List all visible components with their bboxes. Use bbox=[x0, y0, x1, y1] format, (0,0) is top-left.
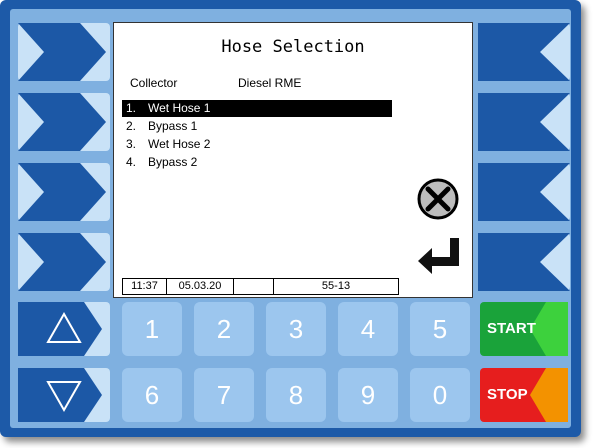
softkey-right-2[interactable] bbox=[478, 93, 570, 151]
up-arrow-button[interactable] bbox=[18, 302, 110, 356]
key-4[interactable]: 4 bbox=[338, 302, 398, 356]
enter-icon[interactable] bbox=[416, 236, 462, 276]
softkey-right-3[interactable] bbox=[478, 163, 570, 221]
chevron-left-icon bbox=[478, 163, 570, 221]
page-title: Hose Selection bbox=[221, 37, 365, 57]
key-6[interactable]: 6 bbox=[122, 368, 182, 422]
hose-list-item-4[interactable]: 4. Bypass 2 bbox=[122, 154, 392, 171]
key-9[interactable]: 9 bbox=[338, 368, 398, 422]
terminal-frame: Hose Selection Collector Diesel RME 1. We… bbox=[0, 0, 581, 437]
status-time: 11:37 bbox=[122, 278, 167, 295]
chevron-right-icon bbox=[18, 23, 106, 81]
triangle-up-icon bbox=[18, 302, 102, 356]
key-0[interactable]: 0 bbox=[410, 368, 470, 422]
status-field bbox=[233, 278, 274, 295]
status-code: 55-13 bbox=[273, 278, 399, 295]
chevron-right-icon bbox=[18, 93, 106, 151]
key-2[interactable]: 2 bbox=[194, 302, 254, 356]
stop-indicator-icon bbox=[530, 368, 568, 422]
softkey-right-1[interactable] bbox=[478, 23, 570, 81]
softkey-right-4[interactable] bbox=[478, 233, 570, 291]
key-7[interactable]: 7 bbox=[194, 368, 254, 422]
softkey-left-4[interactable] bbox=[18, 233, 110, 291]
chevron-left-icon bbox=[478, 93, 570, 151]
triangle-down-icon bbox=[18, 368, 102, 422]
product-name: Diesel RME bbox=[238, 76, 302, 90]
display-screen: Hose Selection Collector Diesel RME 1. We… bbox=[113, 22, 473, 298]
hose-list-item-3[interactable]: 3. Wet Hose 2 bbox=[122, 136, 392, 153]
softkey-left-2[interactable] bbox=[18, 93, 110, 151]
start-button[interactable]: START bbox=[480, 302, 568, 356]
stop-button[interactable]: STOP bbox=[480, 368, 568, 422]
hose-list-item-2[interactable]: 2. Bypass 1 bbox=[122, 118, 392, 135]
chevron-right-icon bbox=[18, 233, 106, 291]
cancel-icon[interactable] bbox=[416, 177, 460, 221]
key-8[interactable]: 8 bbox=[266, 368, 326, 422]
chevron-right-icon bbox=[18, 163, 106, 221]
chevron-left-icon bbox=[478, 23, 570, 81]
key-3[interactable]: 3 bbox=[266, 302, 326, 356]
stop-label: STOP bbox=[487, 386, 528, 403]
softkey-left-1[interactable] bbox=[18, 23, 110, 81]
status-date: 05.03.20 bbox=[166, 278, 234, 295]
key-5[interactable]: 5 bbox=[410, 302, 470, 356]
softkey-left-3[interactable] bbox=[18, 163, 110, 221]
hose-list-item-1[interactable]: 1. Wet Hose 1 bbox=[122, 100, 392, 117]
key-1[interactable]: 1 bbox=[122, 302, 182, 356]
start-label: START bbox=[487, 320, 536, 337]
chevron-left-icon bbox=[478, 233, 570, 291]
down-arrow-button[interactable] bbox=[18, 368, 110, 422]
collector-label: Collector bbox=[130, 76, 178, 90]
